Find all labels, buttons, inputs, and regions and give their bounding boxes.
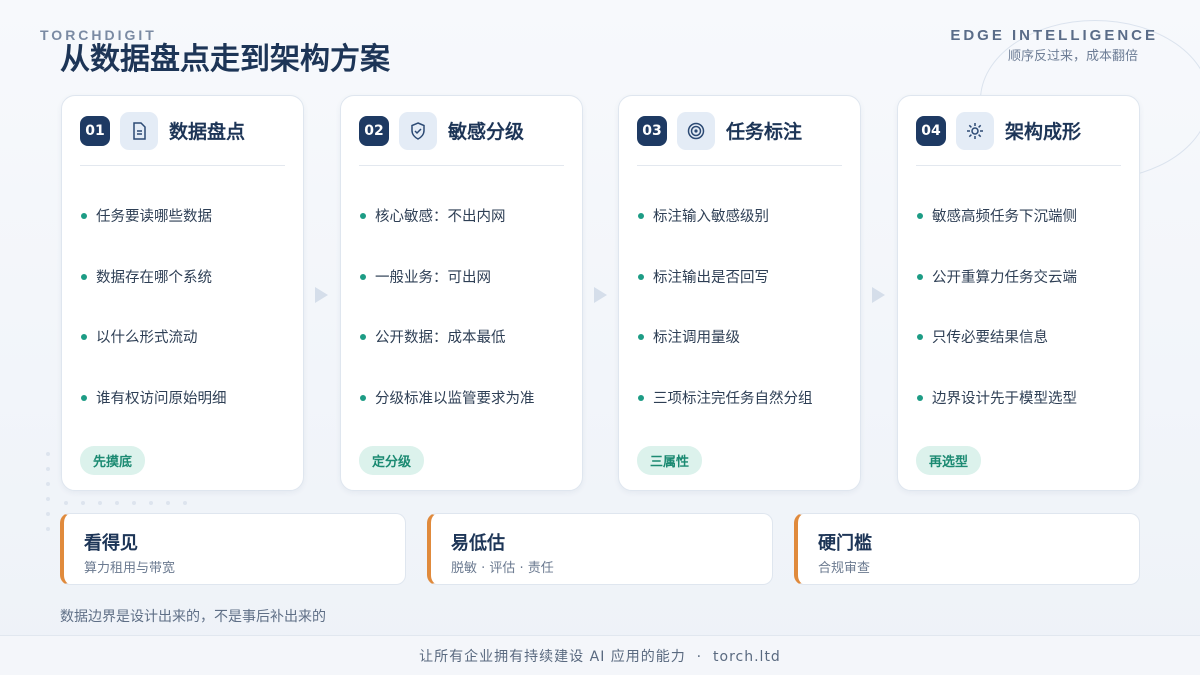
list-item: 边界设计先于模型选型: [917, 387, 1129, 448]
list-item: 任务要读哪些数据: [81, 205, 293, 266]
sun-gear-icon: [956, 111, 994, 150]
list-item: 以什么形式流动: [81, 326, 293, 387]
bullet-dot-icon: [81, 213, 87, 219]
principle-card-3: 硬门槛 合规审查: [794, 513, 1140, 585]
principle-title: 易低估: [451, 533, 505, 554]
arrow-right-icon: [315, 287, 328, 303]
bullet-dot-icon: [638, 394, 644, 401]
page-title: 从数据盘点走到架构方案: [60, 42, 390, 77]
list-item: 标注输出是否回写: [638, 266, 850, 327]
principle-subtitle: 合规审查: [818, 561, 871, 576]
bullet-dot-icon: [360, 273, 366, 280]
footer-bar: 让所有企业拥有持续建设 AI 应用的能力 · torch.ltd: [0, 635, 1200, 675]
step-card-2: 02 敏感分级 核心敏感：不出内网 一般业务：可出网 公开数据：成本最低 分级标…: [340, 95, 583, 491]
tagline-subtitle: 顺序反过来，成本翻倍: [1007, 49, 1138, 64]
step-title: 架构成形: [1005, 121, 1082, 143]
step-bullet-list: 任务要读哪些数据 数据存在哪个系统 以什么形式流动 谁有权访问原始明细: [81, 205, 293, 447]
step-number: 01: [80, 115, 110, 146]
list-item: 标注输入敏感级别: [638, 205, 850, 266]
list-item: 公开数据：成本最低: [360, 326, 572, 387]
step-card-1: 01 数据盘点 任务要读哪些数据 数据存在哪个系统 以什么形式流动 谁有权访问原…: [61, 95, 304, 491]
step-title: 敏感分级: [448, 121, 525, 143]
bullet-dot-icon: [917, 213, 923, 219]
step-tag: 再选型: [916, 446, 982, 475]
step-bullet-list: 敏感高频任务下沉端侧 公开重算力任务交云端 只传必要结果信息 边界设计先于模型选…: [917, 205, 1129, 447]
target-icon: [677, 111, 715, 150]
step-card-4: 04 架构成形 敏感高频任务下沉端侧 公开重算力任务交云端 只传必要结果信息 边…: [897, 95, 1140, 491]
bullet-dot-icon: [917, 273, 923, 280]
step-card-header: 04 架构成形: [916, 111, 1121, 166]
principle-card-1: 看得见 算力租用与带宽: [60, 513, 406, 585]
decorative-dots-horizontal: [64, 501, 187, 505]
step-number: 03: [637, 115, 667, 146]
bullet-dot-icon: [638, 213, 644, 219]
list-item: 只传必要结果信息: [917, 326, 1129, 387]
footer-text: 让所有企业拥有持续建设 AI 应用的能力 · torch.ltd: [419, 648, 781, 665]
list-item: 一般业务：可出网: [360, 266, 572, 327]
step-bullet-list: 标注输入敏感级别 标注输出是否回写 标注调用量级 三项标注完任务自然分组: [638, 205, 850, 447]
step-title: 数据盘点: [169, 121, 246, 143]
principle-card-2: 易低估 脱敏 · 评估 · 责任: [427, 513, 773, 585]
principle-title: 看得见: [84, 533, 138, 554]
step-tag: 先摸底: [80, 446, 146, 475]
step-tag: 三属性: [637, 446, 703, 475]
bullet-dot-icon: [638, 273, 644, 280]
bullet-dot-icon: [638, 334, 644, 340]
bullet-dot-icon: [81, 334, 87, 340]
list-item: 分级标准以监管要求为准: [360, 387, 572, 448]
list-item: 三项标注完任务自然分组: [638, 387, 850, 448]
list-item: 谁有权访问原始明细: [81, 387, 293, 448]
bullet-dot-icon: [360, 394, 366, 401]
bullet-dot-icon: [81, 394, 87, 401]
principle-subtitle: 算力租用与带宽: [84, 561, 176, 576]
principle-title: 硬门槛: [818, 533, 872, 554]
bullet-dot-icon: [917, 334, 923, 340]
document-icon: [120, 111, 158, 150]
step-bullet-list: 核心敏感：不出内网 一般业务：可出网 公开数据：成本最低 分级标准以监管要求为准: [360, 205, 572, 447]
footnote: 数据边界是设计出来的，不是事后补出来的: [60, 609, 326, 625]
step-card-header: 02 敏感分级: [359, 111, 564, 166]
bullet-dot-icon: [917, 394, 923, 401]
step-card-3: 03 任务标注 标注输入敏感级别 标注输出是否回写 标注调用量级 三项标注完任务…: [618, 95, 861, 491]
step-card-header: 03 任务标注: [637, 111, 842, 166]
step-number: 02: [359, 115, 389, 146]
bullet-dot-icon: [360, 213, 366, 219]
step-number: 04: [916, 115, 946, 146]
list-item: 标注调用量级: [638, 326, 850, 387]
bullet-dot-icon: [81, 273, 87, 280]
step-title: 任务标注: [726, 121, 803, 143]
arrow-right-icon: [594, 287, 607, 303]
tagline: EDGE INTELLIGENCE: [950, 27, 1158, 44]
bullet-dot-icon: [360, 334, 366, 340]
arrow-right-icon: [872, 287, 885, 303]
shield-check-icon: [399, 111, 437, 150]
step-card-header: 01 数据盘点: [80, 111, 285, 166]
principle-subtitle: 脱敏 · 评估 · 责任: [451, 561, 554, 576]
list-item: 核心敏感：不出内网: [360, 205, 572, 266]
list-item: 公开重算力任务交云端: [917, 266, 1129, 327]
decorative-dots-vertical: [46, 452, 50, 531]
list-item: 数据存在哪个系统: [81, 266, 293, 327]
list-item: 敏感高频任务下沉端侧: [917, 205, 1129, 266]
step-tag: 定分级: [359, 446, 425, 475]
